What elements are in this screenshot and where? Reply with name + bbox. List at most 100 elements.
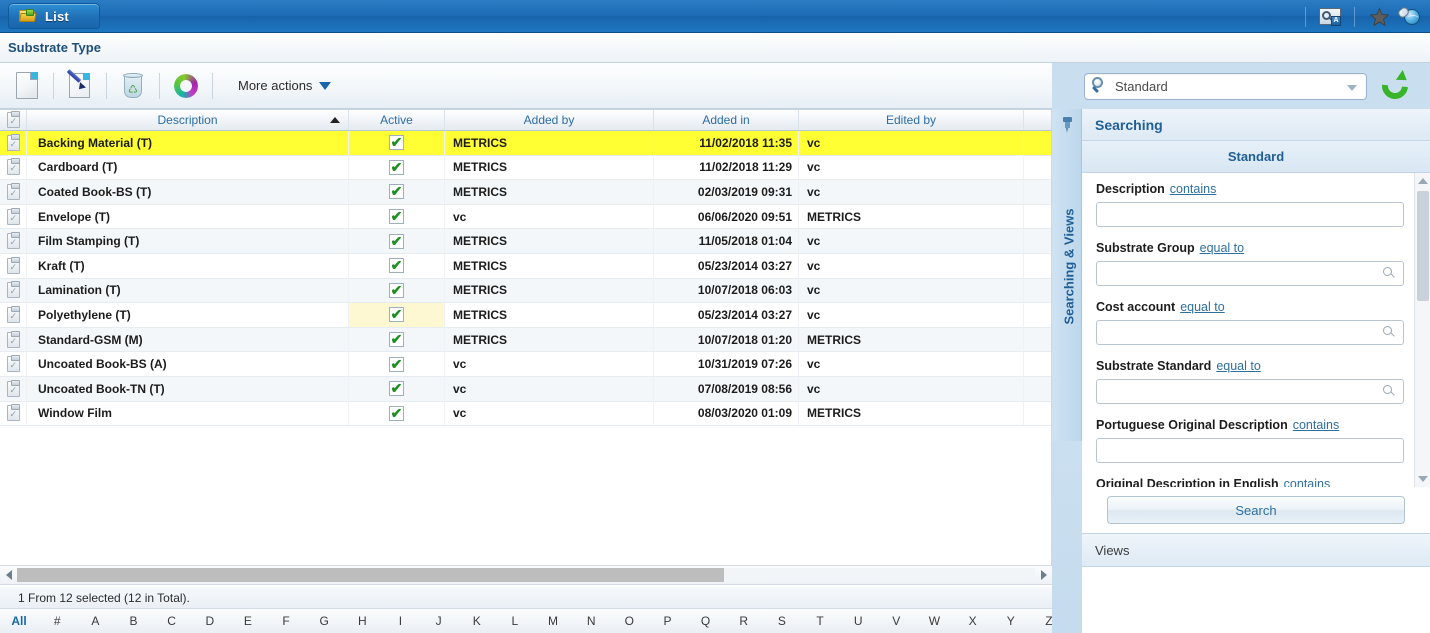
refresh-search-button[interactable] xyxy=(1376,67,1414,105)
scroll-thumb[interactable] xyxy=(1417,191,1429,301)
alpha-filter-d[interactable]: D xyxy=(191,609,229,633)
edit-record-button[interactable] xyxy=(61,67,99,105)
search-field-input-wrap[interactable] xyxy=(1096,202,1404,227)
search-field-input[interactable] xyxy=(1097,321,1403,344)
search-field-operator[interactable]: equal to xyxy=(1216,359,1260,373)
row-select-icon-cell[interactable] xyxy=(0,376,27,402)
alpha-filter-x[interactable]: X xyxy=(954,609,992,633)
grid-header-active[interactable]: Active xyxy=(349,110,445,130)
new-record-button[interactable] xyxy=(8,67,46,105)
searching-views-vertical-tab[interactable]: Searching & Views xyxy=(1052,109,1082,441)
alpha-filter-f[interactable]: F xyxy=(267,609,305,633)
grid-horizontal-scrollbar[interactable] xyxy=(0,565,1052,585)
search-field-input[interactable] xyxy=(1097,439,1403,462)
row-select-icon-cell[interactable] xyxy=(0,155,27,181)
refresh-status-button[interactable] xyxy=(167,67,205,105)
row-select-icon-cell[interactable] xyxy=(0,204,27,230)
grid-header-icon-col[interactable] xyxy=(0,110,27,130)
row-select-icon-cell[interactable] xyxy=(0,303,27,328)
search-field-operator[interactable]: equal to xyxy=(1200,241,1244,255)
row-select-icon-cell[interactable] xyxy=(0,131,27,156)
alpha-filter-u[interactable]: U xyxy=(839,609,877,633)
alpha-filter-h[interactable]: H xyxy=(343,609,381,633)
row-select-icon-cell[interactable] xyxy=(0,253,27,279)
alpha-filter-q[interactable]: Q xyxy=(687,609,725,633)
grid-header-edited-in[interactable] xyxy=(1024,110,1051,130)
lookup-magnifier-icon[interactable] xyxy=(1383,385,1396,398)
alpha-filter-o[interactable]: O xyxy=(610,609,648,633)
delete-record-button[interactable]: ♺ xyxy=(114,67,152,105)
search-field-input-wrap[interactable] xyxy=(1096,320,1404,345)
more-actions-button[interactable]: More actions xyxy=(238,78,332,93)
alpha-filter-v[interactable]: V xyxy=(877,609,915,633)
alpha-filter-c[interactable]: C xyxy=(153,609,191,633)
alpha-filter-hash[interactable]: # xyxy=(38,609,76,633)
search-field-input[interactable] xyxy=(1097,380,1403,403)
alpha-filter-m[interactable]: M xyxy=(534,609,572,633)
globe-link-icon[interactable] xyxy=(1394,4,1424,30)
table-row[interactable]: Uncoated Book-TN (T) ✔ vc07/08/2019 08:56v… xyxy=(0,376,1051,402)
search-button[interactable]: Search xyxy=(1107,496,1405,524)
scroll-left-button[interactable] xyxy=(0,566,17,584)
scroll-up-button[interactable] xyxy=(1415,173,1430,189)
alpha-filter-all[interactable]: All xyxy=(0,609,38,633)
alpha-filter-i[interactable]: I xyxy=(381,609,419,633)
row-select-icon-cell[interactable] xyxy=(0,180,27,205)
scroll-right-button[interactable] xyxy=(1035,566,1052,584)
lookup-magnifier-icon[interactable] xyxy=(1383,326,1396,339)
table-row[interactable]: Standard-GSM (M) ✔ METRICS10/07/2018 01:20… xyxy=(0,327,1051,353)
search-field-input-wrap[interactable] xyxy=(1096,261,1404,286)
search-field-input-wrap[interactable] xyxy=(1096,438,1404,463)
lookup-magnifier-icon[interactable] xyxy=(1383,267,1396,280)
search-field-operator[interactable]: contains xyxy=(1284,477,1331,487)
grid-header-added-in[interactable]: Added in xyxy=(654,110,799,130)
table-row[interactable]: Cardboard (T) ✔ METRICS11/02/2018 11:29vc0… xyxy=(0,155,1051,181)
star-favorite-icon[interactable] xyxy=(1364,4,1394,30)
row-select-icon-cell[interactable] xyxy=(0,401,27,427)
row-select-icon-cell[interactable] xyxy=(0,278,27,304)
row-select-icon-cell[interactable] xyxy=(0,352,27,377)
alpha-filter-b[interactable]: B xyxy=(114,609,152,633)
search-fields-scrollbar[interactable] xyxy=(1414,173,1430,487)
table-row[interactable]: Polyethylene (T) ✔ METRICS05/23/2014 03:27… xyxy=(0,303,1051,328)
table-row[interactable]: Envelope (T) ✔ vc06/06/2020 09:51METRICS11 xyxy=(0,204,1051,230)
alpha-filter-s[interactable]: S xyxy=(763,609,801,633)
alpha-filter-a[interactable]: A xyxy=(76,609,114,633)
row-select-icon-cell[interactable] xyxy=(0,327,27,353)
alpha-filter-g[interactable]: G xyxy=(305,609,343,633)
alpha-filter-j[interactable]: J xyxy=(420,609,458,633)
alpha-filter-k[interactable]: K xyxy=(458,609,496,633)
tab-list[interactable]: List xyxy=(8,3,100,29)
table-row[interactable]: Lamination (T) ✔ METRICS10/07/2018 06:03vc… xyxy=(0,278,1051,304)
grid-header-edited-by[interactable]: Edited by xyxy=(799,110,1024,130)
search-field-operator[interactable]: equal to xyxy=(1180,300,1224,314)
row-select-icon-cell[interactable] xyxy=(0,229,27,254)
alpha-filter-p[interactable]: P xyxy=(648,609,686,633)
alpha-filter-t[interactable]: T xyxy=(801,609,839,633)
scroll-track[interactable] xyxy=(17,568,1035,582)
search-field-input[interactable] xyxy=(1097,203,1403,226)
search-mode-select[interactable]: Standard xyxy=(1084,72,1367,100)
scroll-thumb[interactable] xyxy=(17,568,724,582)
grid-header-description[interactable]: Description xyxy=(27,110,349,130)
screen-preview-icon[interactable]: A xyxy=(1315,4,1345,30)
table-row[interactable]: Kraft (T) ✔ METRICS05/23/2014 03:27vc10 xyxy=(0,253,1051,279)
table-row[interactable]: Film Stamping (T) ✔ METRICS11/05/2018 01:0… xyxy=(0,229,1051,254)
grid-header-added-by[interactable]: Added by xyxy=(445,110,654,130)
search-field-operator[interactable]: contains xyxy=(1170,182,1217,196)
alpha-filter-w[interactable]: W xyxy=(915,609,953,633)
table-row[interactable]: Uncoated Book-BS (A) ✔ vc10/31/2019 07:26v… xyxy=(0,352,1051,377)
scroll-down-button[interactable] xyxy=(1415,471,1430,487)
alpha-filter-n[interactable]: N xyxy=(572,609,610,633)
search-field-input-wrap[interactable] xyxy=(1096,379,1404,404)
searching-panel-subheader[interactable]: Standard xyxy=(1082,141,1430,173)
alpha-filter-y[interactable]: Y xyxy=(992,609,1030,633)
alpha-filter-r[interactable]: R xyxy=(725,609,763,633)
table-row[interactable]: Window Film ✔ vc08/03/2020 01:09METRICS07 xyxy=(0,401,1051,427)
views-section-header[interactable]: Views xyxy=(1082,533,1430,567)
search-field-operator[interactable]: contains xyxy=(1293,418,1340,432)
search-field-input[interactable] xyxy=(1097,262,1403,285)
alpha-filter-e[interactable]: E xyxy=(229,609,267,633)
table-row[interactable]: Backing Material (T) ✔ METRICS11/02/2018 1… xyxy=(0,131,1051,156)
alpha-filter-l[interactable]: L xyxy=(496,609,534,633)
